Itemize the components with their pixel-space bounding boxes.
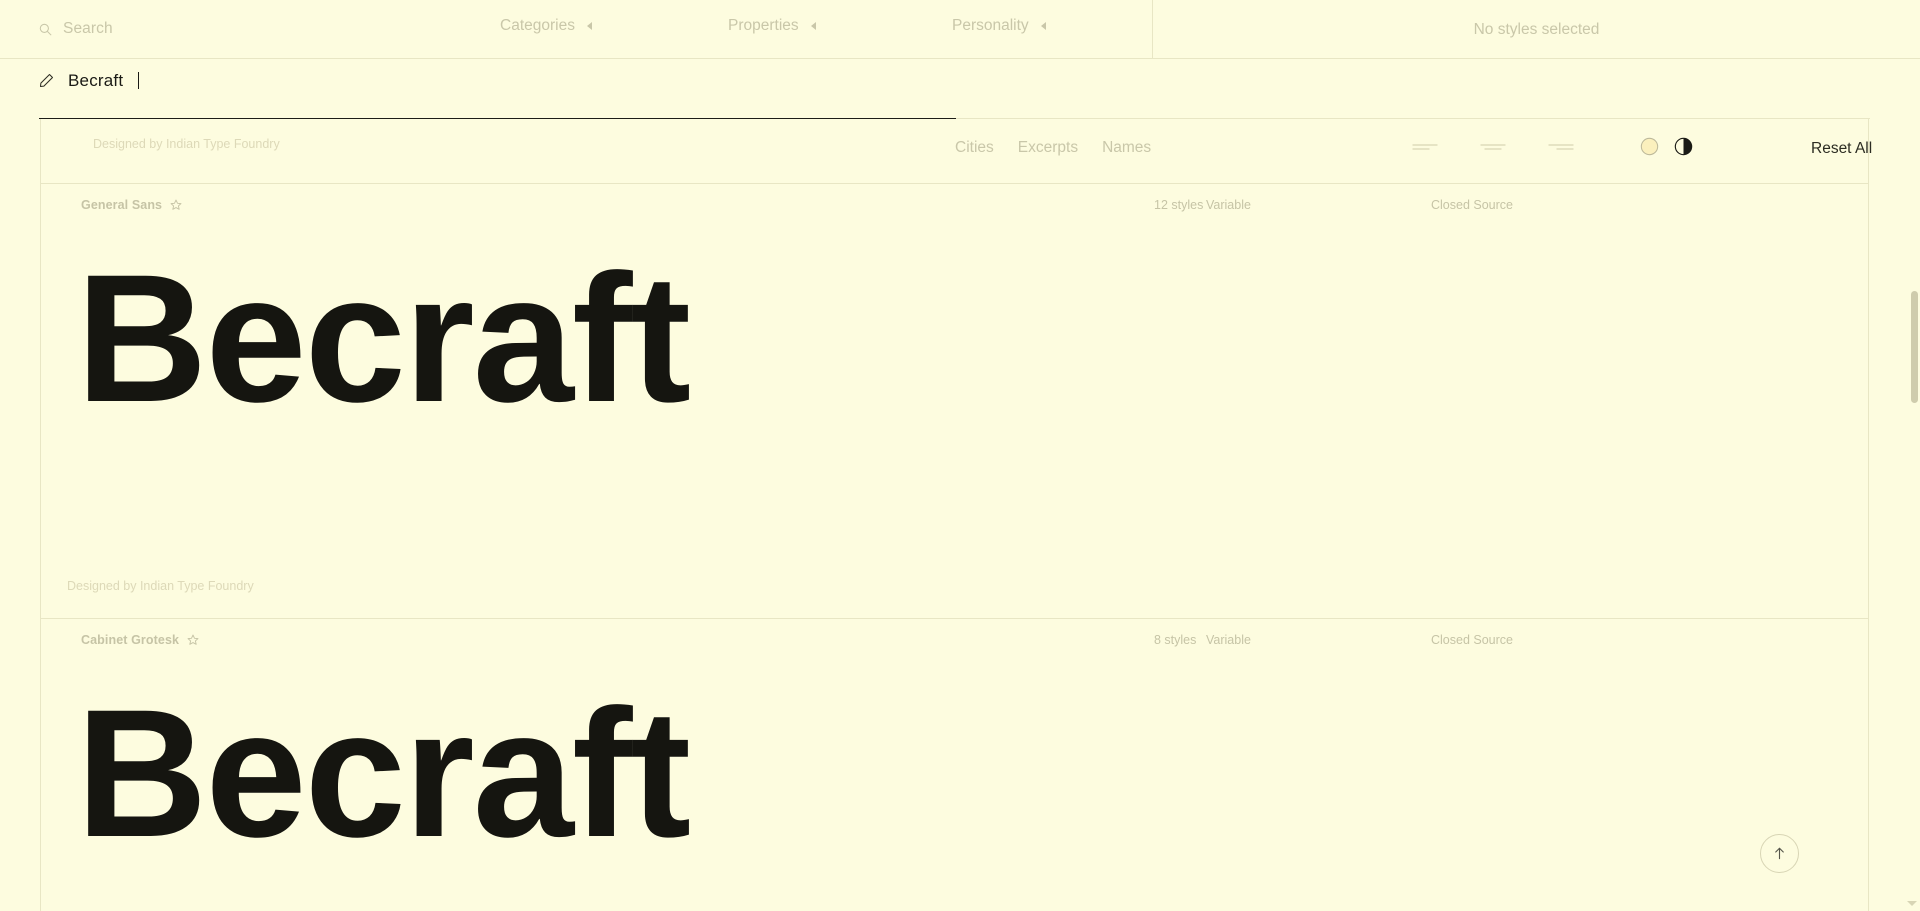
search-icon: [39, 23, 52, 36]
font-card-cabinet-grotesk[interactable]: Cabinet Grotesk 8 styles Variable Closed…: [41, 619, 1868, 911]
arrow-up-icon: [1772, 846, 1787, 861]
filter-properties-label: Properties: [728, 17, 799, 34]
font-name-label: Cabinet Grotesk: [81, 633, 180, 647]
font-designer: Designed by Indian Type Foundry: [67, 579, 254, 593]
selected-styles-label: No styles selected: [1473, 20, 1600, 38]
filter-personality-label: Personality: [952, 17, 1029, 34]
font-license: Closed Source: [1431, 633, 1513, 647]
search-placeholder-label: Search: [63, 20, 113, 37]
text-cursor: [138, 72, 140, 89]
font-style-count: 8 styles: [1154, 633, 1197, 647]
font-variable-badge: Variable: [1206, 633, 1251, 647]
caret-left-icon: [586, 22, 592, 30]
filter-categories[interactable]: Categories: [500, 17, 592, 35]
scroll-to-top-button[interactable]: [1760, 834, 1799, 873]
star-outline-icon[interactable]: [187, 634, 199, 646]
preview-text-input[interactable]: Becraft: [39, 72, 956, 89]
font-card-general-sans[interactable]: General Sans 12 styles Variable Closed S…: [41, 184, 1868, 619]
caret-left-icon: [810, 22, 816, 30]
font-card-partial[interactable]: Designed by Indian Type Foundry: [41, 119, 1868, 184]
font-sample-text[interactable]: Becraft: [76, 230, 1868, 429]
font-name[interactable]: Cabinet Grotesk: [81, 633, 199, 647]
font-card-header: Cabinet Grotesk 8 styles Variable Closed…: [41, 619, 1868, 665]
font-browser-app: Search Categories Properties Personality…: [0, 0, 1920, 911]
top-bar: Search Categories Properties Personality…: [0, 0, 1920, 59]
search-field[interactable]: Search: [0, 0, 470, 59]
vertical-scrollbar[interactable]: [1906, 119, 1920, 911]
scrollbar-thumb[interactable]: [1911, 291, 1918, 403]
font-sample-text[interactable]: Becraft: [76, 665, 1868, 864]
selected-styles-status[interactable]: No styles selected: [1153, 0, 1920, 59]
font-variable-badge: Variable: [1206, 198, 1251, 212]
font-list: Designed by Indian Type Foundry General …: [0, 119, 1905, 911]
caret-left-icon: [1040, 22, 1046, 30]
font-designer: Designed by Indian Type Foundry: [93, 137, 280, 151]
font-card-header: General Sans 12 styles Variable Closed S…: [41, 184, 1868, 230]
filter-properties[interactable]: Properties: [728, 17, 816, 35]
filter-personality[interactable]: Personality: [952, 17, 1046, 35]
font-name[interactable]: General Sans: [81, 198, 182, 212]
scroll-down-arrow-icon[interactable]: [1907, 901, 1917, 906]
preview-text-value: Becraft: [68, 71, 124, 90]
filter-categories-label: Categories: [500, 17, 575, 34]
font-license: Closed Source: [1431, 198, 1513, 212]
star-outline-icon[interactable]: [170, 199, 182, 211]
pencil-icon: [39, 73, 54, 88]
font-style-count: 12 styles: [1154, 198, 1204, 212]
sub-bar: Becraft Cities Excerpts Names Reset All: [0, 59, 1920, 157]
font-name-label: General Sans: [81, 198, 163, 212]
